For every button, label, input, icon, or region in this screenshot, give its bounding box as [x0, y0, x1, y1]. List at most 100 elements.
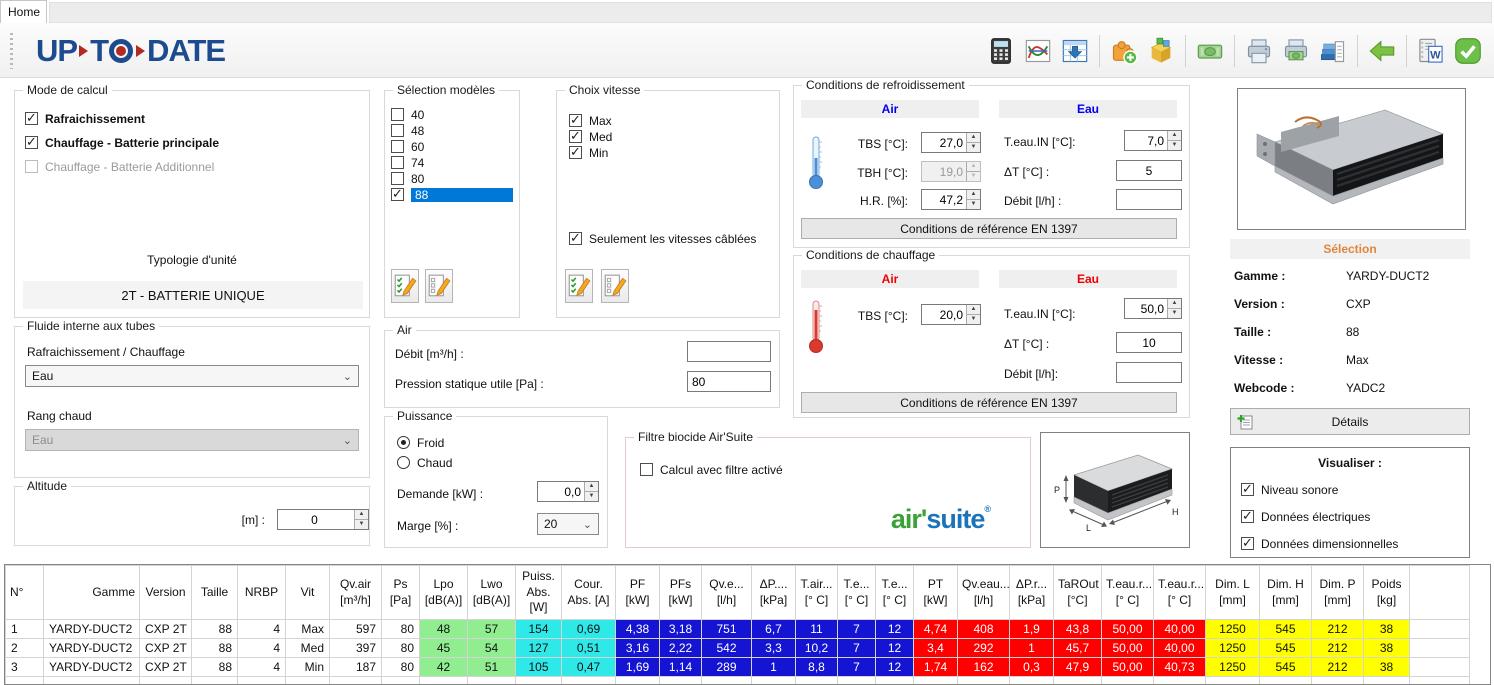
spinner-buttons[interactable]: ▲▼ [966, 133, 980, 152]
table-cell[interactable] [1410, 658, 1470, 677]
table-cell[interactable]: 48 [420, 620, 468, 639]
table-cell[interactable] [6, 677, 44, 685]
table-cell[interactable] [238, 677, 286, 685]
table-cell[interactable]: 50,00 [1102, 639, 1154, 658]
table-cell[interactable] [796, 677, 838, 685]
toolbar-grip-handle[interactable] [10, 33, 13, 69]
column-header[interactable]: Vit [286, 566, 330, 620]
column-header[interactable]: Qv.eau...[l/h] [958, 566, 1010, 620]
table-cell[interactable]: 51 [468, 658, 516, 677]
column-header[interactable]: Version [140, 566, 192, 620]
radio-froid[interactable] [397, 436, 410, 449]
table-cell[interactable]: 88 [192, 658, 238, 677]
details-button[interactable]: Détails [1230, 408, 1470, 435]
table-cell[interactable] [876, 677, 914, 685]
accessories-icon[interactable] [1145, 34, 1177, 68]
table-cell[interactable]: 7 [838, 620, 876, 639]
table-cell[interactable]: 0,51 [562, 639, 616, 658]
table-cell[interactable]: 1250 [1206, 639, 1260, 658]
table-cell[interactable]: 212 [1312, 639, 1364, 658]
table-cell[interactable]: 1 [6, 620, 44, 639]
table-cell[interactable]: 0,69 [562, 620, 616, 639]
column-header[interactable]: T.e...[° C] [838, 566, 876, 620]
select-all-speeds-button[interactable] [565, 269, 593, 303]
table-cell[interactable] [1410, 639, 1470, 658]
table-cell[interactable]: 6,7 [752, 620, 796, 639]
table-cell[interactable]: YARDY-DUCT2 [44, 639, 140, 658]
table-cell[interactable] [1364, 677, 1410, 685]
column-header[interactable]: Qv.e...[l/h] [702, 566, 752, 620]
table-cell[interactable]: 1250 [1206, 620, 1260, 639]
checkbox[interactable] [391, 156, 404, 169]
table-cell[interactable]: 0,3 [1010, 658, 1054, 677]
table-cell[interactable]: 2,22 [660, 639, 702, 658]
table-cell[interactable]: Max [286, 620, 330, 639]
table-cell[interactable]: 3,16 [616, 639, 660, 658]
air-debit-input[interactable] [687, 341, 771, 362]
table-cell[interactable]: 289 [702, 658, 752, 677]
table-cell[interactable]: 3 [6, 658, 44, 677]
speed-option[interactable]: Min [569, 145, 608, 160]
table-cell[interactable] [1312, 677, 1364, 685]
speed-option[interactable]: Med [569, 129, 612, 144]
checkbox[interactable] [1241, 537, 1254, 550]
table-cell[interactable]: 162 [958, 658, 1010, 677]
cooling-reference-conditions-button[interactable]: Conditions de référence EN 1397 [801, 218, 1177, 239]
table-cell[interactable]: 11 [796, 620, 838, 639]
model-option[interactable]: 80 [391, 171, 513, 186]
model-option[interactable]: 40 [391, 107, 513, 122]
checkbox[interactable] [1241, 510, 1254, 523]
demande-input[interactable] [538, 482, 584, 501]
table-cell[interactable] [330, 677, 382, 685]
deselect-all-speeds-button[interactable] [601, 269, 629, 303]
column-header[interactable] [1410, 566, 1470, 620]
table-cell[interactable]: 50,00 [1102, 658, 1154, 677]
calculator-icon[interactable] [985, 34, 1017, 68]
checkbox[interactable] [25, 112, 38, 125]
table-cell[interactable]: 545 [1260, 639, 1312, 658]
print-icon[interactable] [1243, 34, 1275, 68]
column-header[interactable]: PF[kW] [616, 566, 660, 620]
fluide-cooling-heating-select[interactable]: Eau ⌄ [25, 365, 359, 387]
checkbox[interactable] [569, 146, 582, 159]
table-cell[interactable] [1260, 677, 1312, 685]
cooling-teau-input[interactable] [1125, 131, 1167, 150]
table-cell[interactable] [1054, 677, 1102, 685]
column-header[interactable]: T.e...[° C] [876, 566, 914, 620]
table-cell[interactable]: 187 [330, 658, 382, 677]
visualiser-option[interactable]: Données dimensionnelles [1241, 536, 1398, 551]
documentation-icon[interactable] [1317, 34, 1349, 68]
checkbox[interactable] [640, 463, 653, 476]
cabled-speeds-row[interactable]: Seulement les vitesses câblées [569, 231, 756, 246]
table-cell[interactable] [468, 677, 516, 685]
table-cell[interactable]: CXP 2T [140, 620, 192, 639]
table-cell[interactable]: 7 [838, 639, 876, 658]
table-cell[interactable] [562, 677, 616, 685]
column-header[interactable]: Ps[Pa] [382, 566, 420, 620]
table-cell[interactable]: 80 [382, 658, 420, 677]
column-header[interactable]: T.eau.r...[° C] [1154, 566, 1206, 620]
checkbox[interactable] [25, 160, 38, 173]
table-cell[interactable]: 127 [516, 639, 562, 658]
table-cell[interactable]: 45,7 [1054, 639, 1102, 658]
table-cell[interactable] [140, 677, 192, 685]
model-option[interactable]: 48 [391, 123, 513, 138]
spinner-buttons[interactable]: ▲▼ [966, 305, 980, 324]
table-cell[interactable]: 105 [516, 658, 562, 677]
table-cell[interactable] [914, 677, 958, 685]
table-cell[interactable]: 54 [468, 639, 516, 658]
table-cell[interactable]: 3,18 [660, 620, 702, 639]
table-cell[interactable]: 12 [876, 620, 914, 639]
heating-teau-spinner[interactable]: ▲▼ [1124, 298, 1182, 319]
column-header[interactable]: Qv.air[m³/h] [330, 566, 382, 620]
table-cell[interactable]: 3,3 [752, 639, 796, 658]
mode-calcul-option[interactable]: Chauffage - Batterie Additionnel [25, 159, 214, 174]
column-header[interactable]: Gamme [44, 566, 140, 620]
table-cell[interactable]: Min [286, 658, 330, 677]
column-header[interactable]: Dim. P[mm] [1312, 566, 1364, 620]
cooling-tbs-spinner[interactable]: ▲▼ [921, 132, 981, 153]
mode-calcul-option[interactable]: Chauffage - Batterie principale [25, 135, 219, 150]
back-arrow-icon[interactable] [1366, 34, 1398, 68]
table-cell[interactable]: 40,00 [1154, 620, 1206, 639]
table-cell[interactable]: 42 [420, 658, 468, 677]
